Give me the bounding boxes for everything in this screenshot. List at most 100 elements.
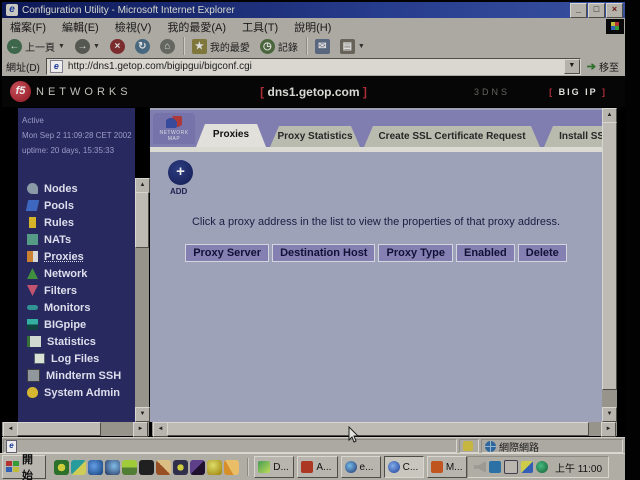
back-dropdown-icon[interactable]: ▼ [58, 43, 65, 50]
scroll-down-icon[interactable]: ▼ [602, 407, 617, 422]
sidebar-item-label: System Admin [44, 387, 120, 399]
sidebar-item-nodes[interactable]: Nodes [18, 180, 135, 197]
forward-dropdown-icon[interactable]: ▼ [93, 43, 100, 50]
sidebar-item-statistics[interactable]: Statistics [18, 333, 135, 350]
tab-proxies[interactable]: Proxies [196, 124, 266, 147]
hostname-text: dns1.getop.com [264, 85, 363, 99]
scroll-thumb[interactable] [135, 192, 149, 248]
forward-button[interactable]: → ▼ [70, 36, 105, 56]
sidebar-item-logfiles[interactable]: Log Files [18, 350, 135, 367]
scroll-right-icon[interactable]: ► [133, 422, 148, 437]
sidebar-item-monitors[interactable]: Monitors [18, 299, 135, 316]
quicklaunch-icon[interactable] [190, 460, 205, 475]
address-dropdown-icon[interactable]: ▼ [564, 59, 580, 74]
menu-view[interactable]: 檢視(V) [107, 19, 160, 35]
sidebar-item-network[interactable]: Network [18, 265, 135, 282]
scroll-down-icon[interactable]: ▼ [135, 407, 150, 422]
quicklaunch-icon[interactable] [105, 460, 120, 475]
scroll-thumb[interactable] [17, 422, 101, 436]
quicklaunch-icon[interactable] [139, 460, 154, 475]
home-button[interactable]: ⌂ [155, 36, 180, 56]
back-button[interactable]: ← 上一頁 ▼ [2, 36, 70, 56]
tab-create-ssl-cert[interactable]: Create SSL Certificate Request [364, 126, 540, 147]
taskbar-window-4[interactable]: C... [384, 456, 424, 478]
scroll-up-icon[interactable]: ▲ [602, 108, 617, 123]
bigpipe-icon [27, 319, 38, 330]
quicklaunch-icon[interactable] [54, 460, 69, 475]
scroll-right-icon[interactable]: ► [601, 422, 616, 437]
menu-edit[interactable]: 編輯(E) [54, 19, 107, 35]
taskbar-window-5[interactable]: M... [427, 456, 467, 478]
tray-app-icon[interactable] [489, 461, 501, 473]
nodes-icon [27, 183, 38, 194]
volume-icon[interactable] [474, 461, 486, 473]
sidebar-item-bigpipe[interactable]: BIGpipe [18, 316, 135, 333]
taskbar-window-2[interactable]: A... [297, 456, 337, 478]
sidebar-vscrollbar[interactable]: ▲ ▼ [135, 178, 149, 422]
quicklaunch-icon[interactable] [207, 460, 222, 475]
quicklaunch-icon[interactable] [173, 460, 188, 475]
menubar: 檔案(F) 編輯(E) 檢視(V) 我的最愛(A) 工具(T) 說明(H) [2, 18, 625, 36]
quicklaunch-icon[interactable] [88, 460, 103, 475]
scroll-left-icon[interactable]: ◄ [153, 422, 168, 437]
add-button[interactable]: + [168, 160, 193, 185]
close-button[interactable]: × [606, 3, 623, 18]
tab-install-ssl-cert[interactable]: Install SSL Certif [544, 126, 602, 147]
sidebar-item-pools[interactable]: Pools [18, 197, 135, 214]
link-bigip[interactable]: [ BIG IP ] [549, 87, 607, 97]
minimize-button[interactable]: _ [570, 3, 587, 18]
sidebar-hscrollbar[interactable]: ◄ ► [2, 422, 149, 436]
refresh-button[interactable]: ↻ [130, 36, 155, 56]
maximize-button[interactable]: □ [588, 3, 605, 18]
menu-file[interactable]: 檔案(F) [2, 19, 54, 35]
main-hscrollbar[interactable]: ◄ ► [152, 422, 617, 436]
taskbar-window-1[interactable]: D... [254, 456, 294, 478]
scroll-thumb[interactable] [602, 122, 617, 390]
favorites-button[interactable]: ★ 我的最愛 [187, 36, 255, 56]
tab-proxy-statistics[interactable]: Proxy Statistics [270, 126, 360, 147]
quicklaunch-icon[interactable] [156, 460, 171, 475]
history-button[interactable]: ◷ 記錄 [255, 36, 303, 56]
col-proxy-type[interactable]: Proxy Type [378, 244, 453, 262]
scroll-left-icon[interactable]: ◄ [3, 422, 18, 437]
sidebar-item-proxies[interactable]: Proxies [18, 248, 135, 265]
link-3dns[interactable]: 3DNS [474, 87, 510, 97]
display-icon[interactable] [504, 460, 518, 474]
tray-app-icon[interactable] [521, 461, 533, 473]
col-proxy-server[interactable]: Proxy Server [185, 244, 269, 262]
menu-tools[interactable]: 工具(T) [234, 19, 286, 35]
go-button[interactable]: ➔ 移至 [581, 59, 625, 74]
system-status: Active Mon Sep 2 11:09:28 CET 2002 uptim… [18, 108, 135, 158]
sidebar-item-rules[interactable]: Rules [18, 214, 135, 231]
network-map-button[interactable]: NETWORK MAP [153, 113, 195, 144]
taskbar-window-3[interactable]: e... [341, 456, 381, 478]
quicklaunch-icon[interactable] [122, 460, 137, 475]
sidebar-item-sysadmin[interactable]: System Admin [18, 384, 135, 401]
taskbar-clock[interactable]: 上午 11:00 [555, 460, 602, 475]
print-dropdown-icon[interactable]: ▼ [358, 43, 365, 50]
print-button[interactable]: ▤ ▼ [335, 36, 370, 56]
col-delete[interactable]: Delete [518, 244, 567, 262]
add-button-label: ADD [170, 187, 187, 196]
sidebar-item-mindterm[interactable]: Mindterm SSH [18, 367, 135, 384]
address-input[interactable] [66, 60, 564, 73]
quicklaunch-icon[interactable] [224, 460, 239, 475]
col-enabled[interactable]: Enabled [456, 244, 515, 262]
scroll-thumb[interactable] [167, 422, 589, 436]
scroll-up-icon[interactable]: ▲ [135, 178, 150, 193]
col-destination-host[interactable]: Destination Host [272, 244, 375, 262]
back-icon: ← [7, 39, 22, 54]
mail-button[interactable]: ✉ [310, 36, 335, 56]
tray-app-icon[interactable] [536, 461, 548, 473]
sidebar-item-label: Pools [44, 200, 74, 212]
menu-favorites[interactable]: 我的最愛(A) [159, 19, 234, 35]
menu-help[interactable]: 說明(H) [286, 19, 339, 35]
start-button[interactable]: 開始 [2, 455, 46, 479]
rules-icon [29, 217, 36, 228]
main-vscrollbar[interactable]: ▲ ▼ [602, 108, 617, 422]
sidebar-item-nats[interactable]: NATs [18, 231, 135, 248]
sidebar-item-filters[interactable]: Filters [18, 282, 135, 299]
quicklaunch-icon[interactable] [71, 460, 86, 475]
stop-button[interactable]: × [105, 36, 130, 56]
status-zone-pane: 網際網路 [481, 439, 623, 453]
